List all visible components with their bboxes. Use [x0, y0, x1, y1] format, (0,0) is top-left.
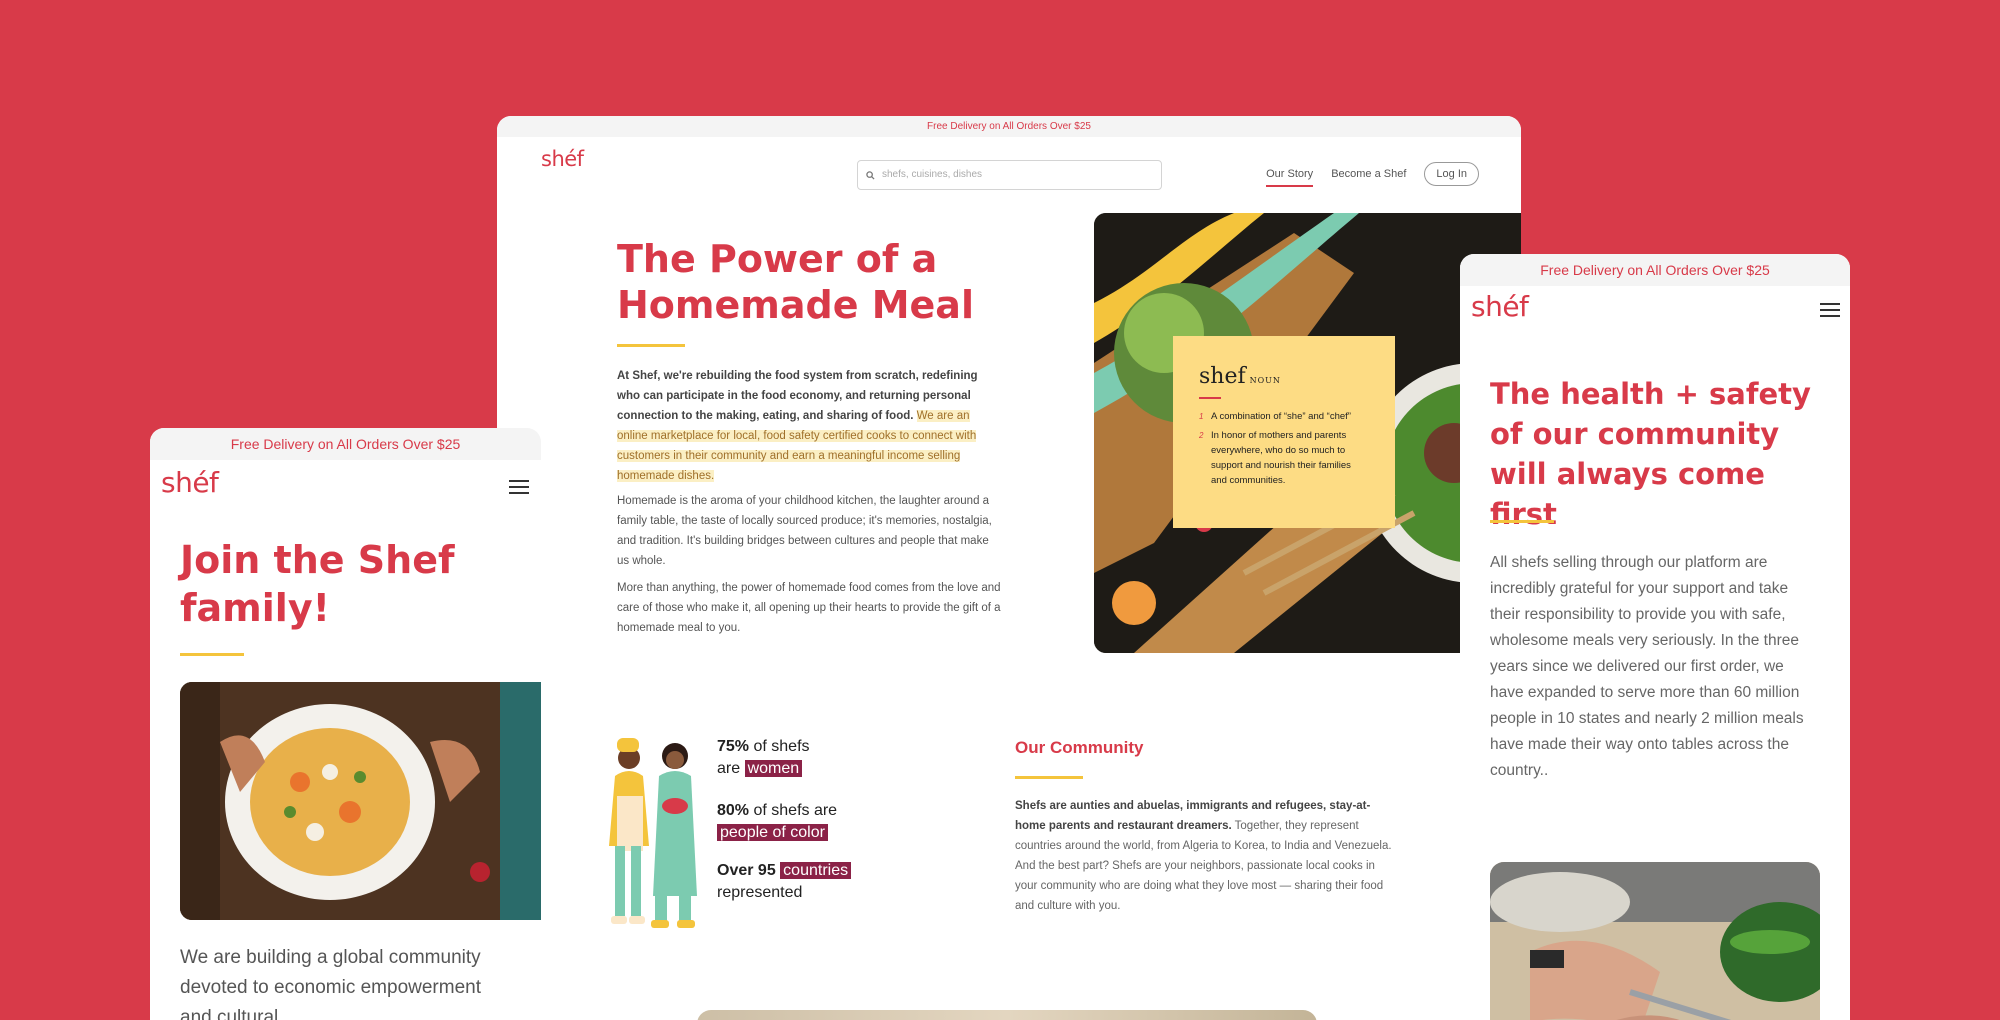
- mobile-right-frame: Free Delivery on All Orders Over $25 shé…: [1460, 254, 1850, 1020]
- stat-value: Over 95: [717, 862, 776, 879]
- stats-section: 75% of shefs are women 80% of shefs are pe…: [597, 736, 897, 936]
- top-nav: shéf shefs, cuisines, dishes Our Story B…: [497, 137, 1521, 190]
- promo-banner: Free Delivery on All Orders Over $25: [1460, 254, 1850, 286]
- promo-banner: Free Delivery on All Orders Over $25: [150, 428, 541, 460]
- mobile-left-frame: Free Delivery on All Orders Over $25 shé…: [150, 428, 541, 1020]
- hero-food-image: shef NOUN 1 A combination of “she” and “ch…: [1094, 213, 1521, 653]
- bottom-food-image: [697, 1010, 1317, 1020]
- stat-highlight: people of color: [717, 824, 828, 841]
- community-title: Our Community: [1015, 738, 1144, 757]
- hero-title: The Power of a Homemade Meal: [617, 237, 974, 327]
- search-placeholder: shefs, cuisines, dishes: [882, 169, 983, 180]
- definition-divider: [1199, 397, 1221, 399]
- nav-become-shef[interactable]: Become a Shef: [1331, 168, 1406, 180]
- safety-divider: [1490, 520, 1554, 523]
- stat-text: of shefs: [749, 738, 810, 755]
- stat-value: 80%: [717, 802, 750, 819]
- hamburger-menu-icon[interactable]: [1820, 303, 1840, 319]
- mobile-nav: shéf: [1460, 286, 1850, 342]
- join-text: We are building a global community devot…: [180, 947, 481, 1020]
- definition-pos: NOUN: [1249, 376, 1281, 385]
- definition-text: In honor of mothers and parents everywhe…: [1211, 430, 1351, 486]
- soup-bowl-image: [180, 682, 541, 920]
- community-text: Together, they represent countries aroun…: [1015, 820, 1392, 912]
- definition-list: 1 A combination of “she” and “chef” 2 In h…: [1199, 409, 1369, 488]
- community-divider: [1015, 776, 1083, 779]
- definition-item: 1 A combination of “she” and “chef”: [1199, 409, 1369, 424]
- shefs-illustration: [609, 738, 697, 928]
- logo[interactable]: shéf: [161, 466, 219, 499]
- desktop-page-frame: Free Delivery on All Orders Over $25 shé…: [497, 116, 1521, 1020]
- stat-value: 75%: [717, 738, 750, 755]
- stat-highlight: women: [744, 760, 803, 777]
- definition-text: A combination of “she” and “chef”: [1211, 411, 1351, 422]
- safety-title: The health + safety of our community wil…: [1490, 377, 1811, 531]
- search-input[interactable]: shefs, cuisines, dishes: [857, 160, 1162, 190]
- intro-paragraph: At Shef, we're rebuilding the food syste…: [617, 366, 1003, 486]
- stat-countries: Over 95 countries represented: [717, 860, 852, 904]
- login-button[interactable]: Log In: [1424, 162, 1479, 186]
- stat-text: are: [717, 760, 745, 777]
- logo[interactable]: shéf: [1471, 290, 1529, 323]
- stat-women: 75% of shefs are women: [717, 736, 810, 780]
- mobile-nav: shéf: [150, 460, 541, 516]
- join-divider: [180, 653, 244, 656]
- stat-text: represented: [717, 884, 803, 901]
- logo[interactable]: shéf: [541, 147, 584, 171]
- power-paragraph: More than anything, the power of homemad…: [617, 582, 1001, 634]
- search-icon: [866, 161, 875, 192]
- homemade-paragraph: Homemade is the aroma of your childhood …: [617, 495, 992, 567]
- stat-people-of-color: 80% of shefs are people of color: [717, 800, 837, 844]
- definition-card: shef NOUN 1 A combination of “she” and “ch…: [1173, 336, 1395, 528]
- safety-text: All shefs selling through our platform a…: [1490, 554, 1804, 779]
- stat-highlight: countries: [780, 862, 852, 879]
- definition-number: 2: [1199, 431, 1204, 440]
- hamburger-menu-icon[interactable]: [509, 480, 529, 496]
- nav-links: Our Story Become a Shef Log In: [1266, 161, 1479, 187]
- stat-text: of shefs are: [749, 802, 838, 819]
- hero-divider: [617, 344, 685, 347]
- nav-our-story[interactable]: Our Story: [1266, 168, 1314, 187]
- definition-word: shef: [1199, 364, 1246, 389]
- community-paragraph: Shefs are aunties and abuelas, immigrant…: [1015, 796, 1400, 916]
- join-title: Join the Shef family!: [180, 538, 455, 630]
- promo-banner: Free Delivery on All Orders Over $25: [497, 116, 1521, 137]
- definition-number: 1: [1199, 412, 1204, 421]
- definition-item: 2 In honor of mothers and parents everywh…: [1199, 428, 1369, 488]
- chopping-image: [1490, 862, 1820, 1020]
